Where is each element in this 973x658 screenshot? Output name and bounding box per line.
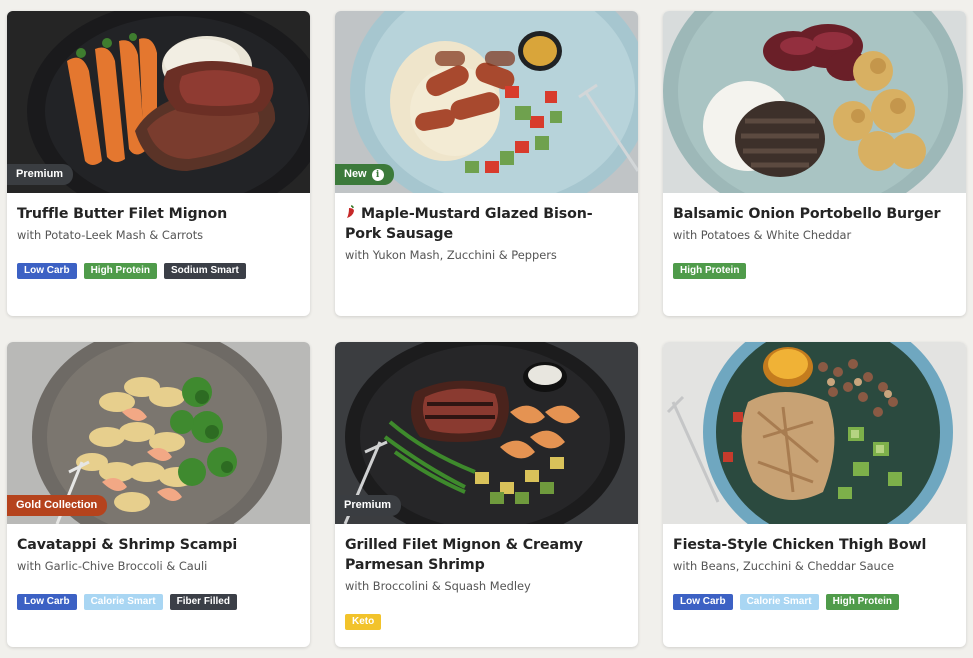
meal-subtitle: with Broccolini & Squash Medley <box>345 579 531 593</box>
diet-badge: Calorie Smart <box>83 594 163 610</box>
diet-badge: High Protein <box>83 263 158 279</box>
diet-badge: Keto <box>345 614 382 630</box>
diet-badge: Low Carb <box>673 594 733 610</box>
meal-title[interactable]: Grilled Filet Mignon & Creamy Parmesan S… <box>345 535 628 575</box>
chili-pepper-icon <box>347 205 354 218</box>
diet-badge: Calorie Smart <box>739 594 819 610</box>
meal-card[interactable]: Balsamic Onion Portobello Burger with Po… <box>663 11 966 316</box>
diet-badges: Low Carb High Protein Sodium Smart <box>17 263 300 279</box>
meal-title[interactable]: Balsamic Onion Portobello Burger <box>673 204 956 224</box>
meal-grid: Premium Truffle Butter Filet Mignon with… <box>7 11 966 647</box>
meal-photo[interactable]: Premium <box>335 342 638 524</box>
meal-card[interactable]: Gold Collection Cavatappi & Shrimp Scamp… <box>7 342 310 647</box>
info-icon[interactable]: i <box>371 168 384 181</box>
diet-badges: Keto <box>345 614 628 630</box>
meal-photo[interactable]: Premium <box>7 11 310 193</box>
diet-badge: Low Carb <box>17 263 77 279</box>
new-tag: New i <box>335 164 394 185</box>
chicken-bowl-photo <box>663 342 966 524</box>
meal-subtitle: with Beans, Zucchini & Cheddar Sauce <box>673 559 895 573</box>
meal-card[interactable]: Premium Grilled Filet Mignon & Creamy Pa… <box>335 342 638 647</box>
diet-badge: High Protein <box>673 263 747 279</box>
diet-badge: Low Carb <box>17 594 77 610</box>
meal-subtitle: with Yukon Mash, Zucchini & Peppers <box>345 248 557 262</box>
meal-card[interactable]: Fiesta-Style Chicken Thigh Bowl with Bea… <box>663 342 966 647</box>
meal-subtitle: with Potatoes & White Cheddar <box>673 228 852 242</box>
meal-title-text: Maple-Mustard Glazed Bison-Pork Sausage <box>345 206 593 242</box>
meal-subtitle: with Garlic-Chive Broccoli & Cauli <box>17 559 208 573</box>
meal-photo[interactable]: Gold Collection <box>7 342 310 524</box>
burger-photo <box>663 11 966 193</box>
meal-title[interactable]: Cavatappi & Shrimp Scampi <box>17 535 300 555</box>
diet-badge: Fiber Filled <box>169 594 237 610</box>
meal-photo[interactable] <box>663 342 966 524</box>
premium-tag: Premium <box>7 164 74 185</box>
meal-title[interactable]: Maple-Mustard Glazed Bison-Pork Sausage <box>345 204 628 244</box>
meal-card[interactable]: Premium Truffle Butter Filet Mignon with… <box>7 11 310 316</box>
diet-badges: High Protein <box>673 263 956 279</box>
gold-collection-tag: Gold Collection <box>7 495 108 516</box>
meal-photo[interactable] <box>663 11 966 193</box>
meal-title[interactable]: Fiesta-Style Chicken Thigh Bowl <box>673 535 956 555</box>
diet-badges: Low Carb Calorie Smart High Protein <box>673 594 956 610</box>
meal-photo[interactable]: New i <box>335 11 638 193</box>
meal-title[interactable]: Truffle Butter Filet Mignon <box>17 204 300 224</box>
meal-card[interactable]: New i Maple-Mustard Glazed Bison-Pork Sa… <box>335 11 638 316</box>
meal-subtitle: with Potato-Leek Mash & Carrots <box>17 228 204 242</box>
diet-badges: Low Carb Calorie Smart Fiber Filled <box>17 594 300 610</box>
diet-badge: Sodium Smart <box>164 263 246 279</box>
premium-tag: Premium <box>335 495 402 516</box>
diet-badge: High Protein <box>825 594 900 610</box>
